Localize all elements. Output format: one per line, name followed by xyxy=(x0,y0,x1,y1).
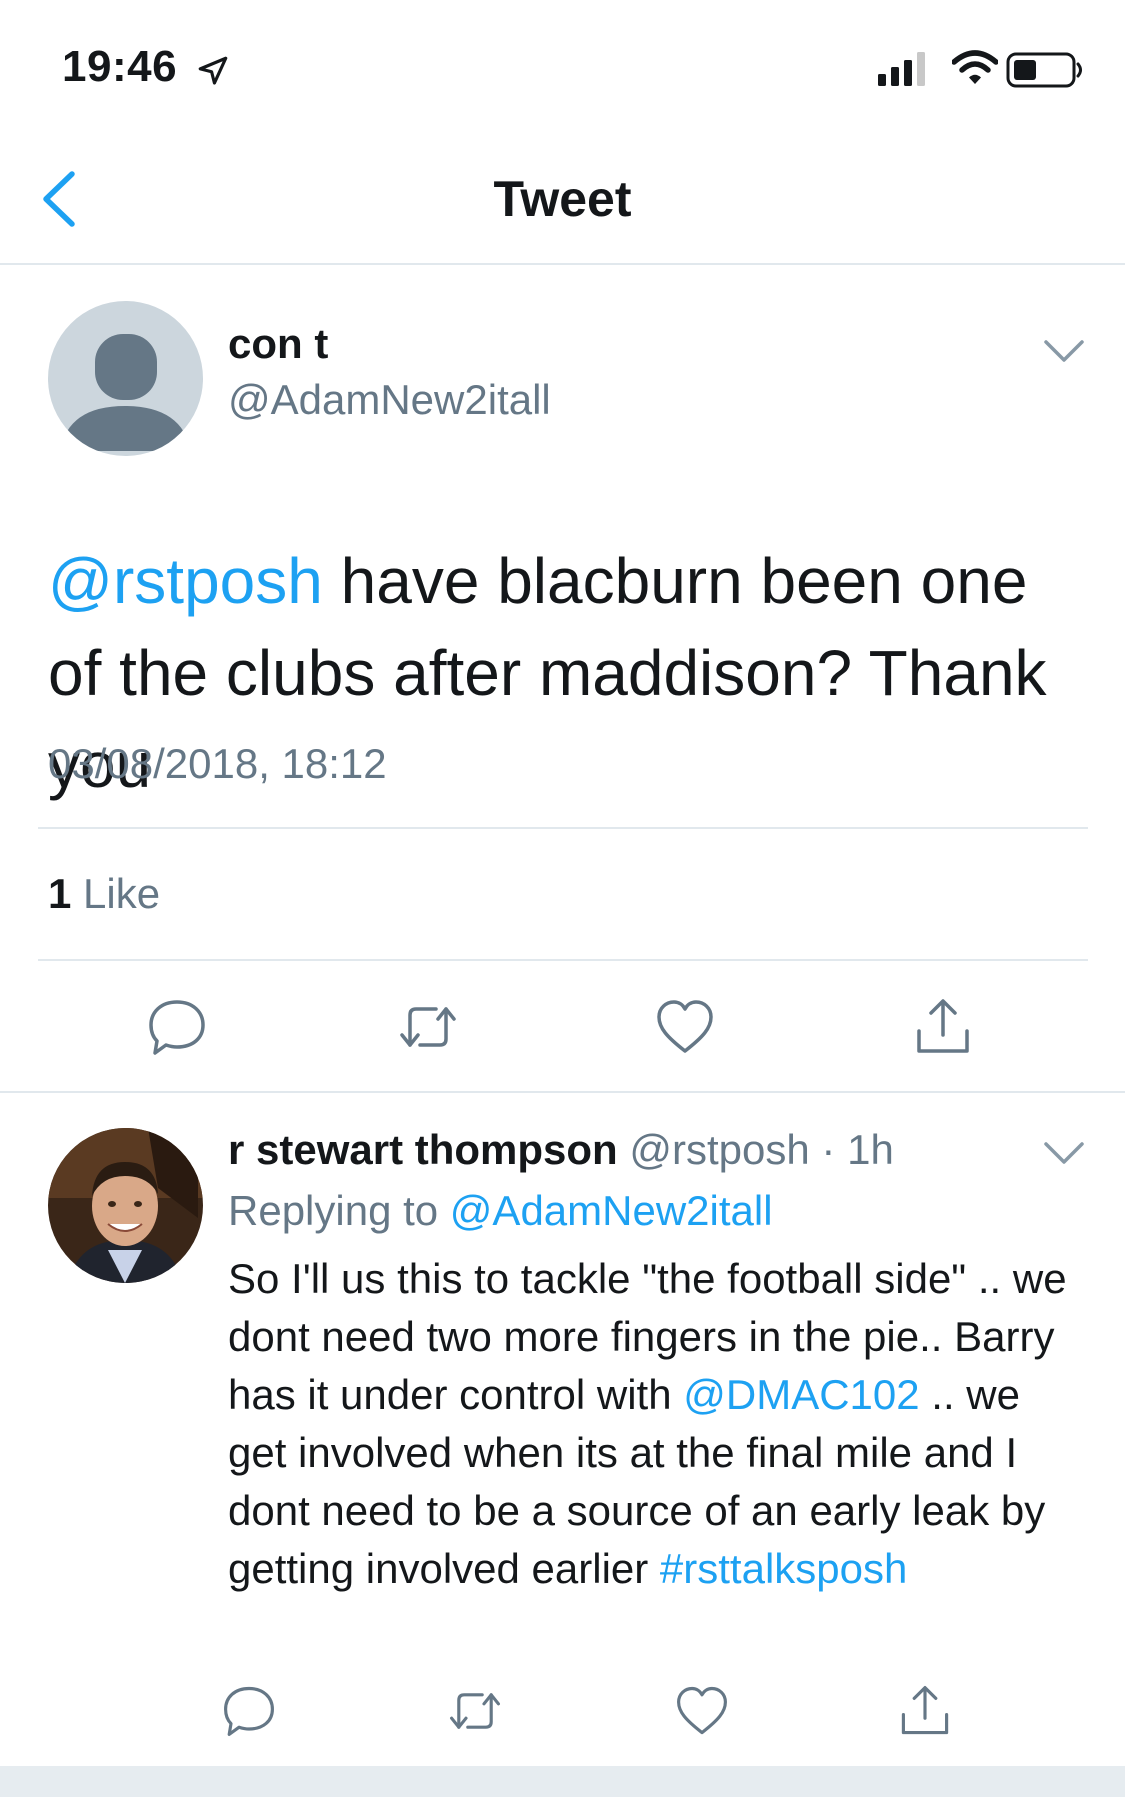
avatar[interactable] xyxy=(48,301,203,456)
cellular-signal-icon xyxy=(878,52,925,86)
reply-separator: · xyxy=(809,1126,848,1173)
mention-link[interactable]: @DMAC102 xyxy=(683,1371,919,1418)
page-title: Tweet xyxy=(493,171,632,227)
wifi-icon xyxy=(952,50,998,84)
likes-count[interactable]: 1 Like xyxy=(48,870,160,918)
replying-prefix: Replying to xyxy=(228,1187,450,1234)
replying-to: Replying to @AdamNew2itall xyxy=(228,1187,773,1235)
retweet-icon[interactable] xyxy=(448,1684,502,1738)
mention-link[interactable]: @rstposh xyxy=(48,545,323,617)
like-icon[interactable] xyxy=(675,1684,729,1738)
share-icon[interactable] xyxy=(913,997,973,1057)
location-arrow-icon xyxy=(198,56,228,85)
user-photo xyxy=(48,1128,203,1283)
retweet-icon[interactable] xyxy=(398,997,458,1057)
divider xyxy=(38,959,1088,961)
like-count-label: Like xyxy=(71,870,161,917)
default-profile-icon xyxy=(48,301,203,456)
chevron-down-icon[interactable] xyxy=(1042,1138,1086,1168)
display-name[interactable]: con t xyxy=(228,320,328,368)
tweet-timestamp: 03/08/2018, 18:12 xyxy=(48,740,387,787)
user-handle[interactable]: @AdamNew2itall xyxy=(228,376,551,424)
battery-icon xyxy=(1006,52,1082,88)
divider xyxy=(38,827,1088,829)
like-count-number: 1 xyxy=(48,870,72,917)
reply-handle[interactable]: @rstposh xyxy=(629,1126,809,1173)
reply-icon[interactable] xyxy=(222,1684,276,1738)
list-separator xyxy=(0,1766,1125,1797)
chevron-down-icon[interactable] xyxy=(1042,336,1086,366)
status-time: 19:46 xyxy=(62,42,178,91)
reply-text: So I'll us this to tackle "the football … xyxy=(228,1250,1088,1598)
avatar[interactable] xyxy=(48,1128,203,1283)
like-icon[interactable] xyxy=(655,997,715,1057)
nav-divider xyxy=(0,263,1125,265)
reply-icon[interactable] xyxy=(147,997,207,1057)
reply-header: r stewart thompson @rstposh · 1h xyxy=(228,1126,894,1174)
hashtag-link[interactable]: #rsttalksposh xyxy=(660,1545,907,1592)
reply-display-name[interactable]: r stewart thompson xyxy=(228,1126,618,1173)
replying-handle-link[interactable]: @AdamNew2itall xyxy=(450,1187,773,1234)
reply-time: 1h xyxy=(847,1126,894,1173)
share-icon[interactable] xyxy=(898,1684,952,1738)
divider xyxy=(0,1091,1125,1093)
